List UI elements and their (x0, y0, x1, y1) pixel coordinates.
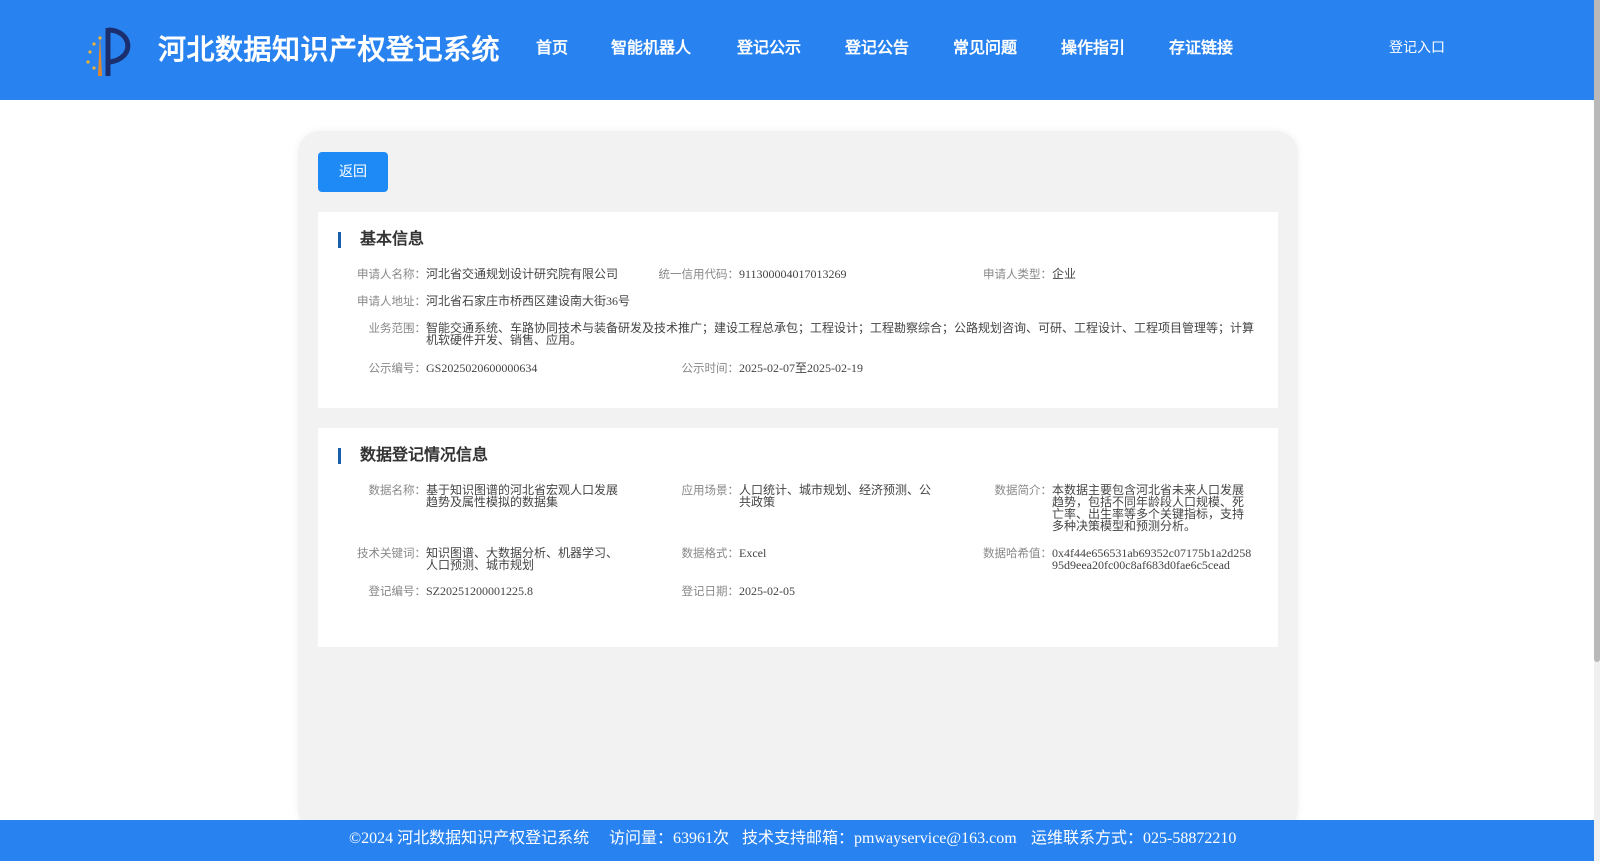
applicant-name-field: 申请人名称： 河北省交通规划设计研究院有限公司 (357, 267, 656, 281)
applicant-type-value: 企业 (1052, 267, 1077, 281)
nav-home[interactable]: 首页 (536, 36, 568, 60)
tech-keywords-value: 知识图谱、大数据分析、机器学习、人口预测、城市规划 (426, 546, 619, 572)
footer-copyright: ©2024 河北数据知识产权登记系统 (349, 830, 590, 847)
business-scope-label: 业务范围： (368, 321, 427, 335)
site-title: 河北数据知识产权登记系统 (158, 33, 501, 66)
notice-number-value: GS2025020600000634 (426, 361, 538, 375)
nav-guide[interactable]: 操作指引 (1061, 36, 1125, 60)
basic-info-panel: 基本信息 申请人名称： 河北省交通规划设计研究院有限公司 统一信用代码： 911… (318, 212, 1278, 408)
registration-date-value: 2025-02-05 (739, 584, 795, 598)
data-intro-value: 本数据主要包含河北省未来人口发展趋势，包括不同年龄段人口规模、死亡率、出生率等多… (1052, 483, 1245, 533)
footer-contact-phone: 运维联系方式：025-58872210 (1031, 830, 1237, 847)
nav-faq[interactable]: 常见问题 (953, 36, 1017, 60)
data-format-label: 数据格式： (681, 546, 740, 560)
data-name-field: 数据名称： 基于知识图谱的河北省宏观人口发展趋势及属性模拟的数据集 (369, 483, 624, 509)
application-scenario-field: 应用场景： 人口统计、城市规划、经济预测、公共政策 (682, 483, 937, 509)
nav-publicity[interactable]: 登记公示 (737, 36, 801, 60)
logo-icon (86, 27, 131, 76)
data-intro-label: 数据简介： (994, 483, 1053, 497)
nav-announcement[interactable]: 登记公告 (845, 36, 909, 60)
detail-container: 返回 基本信息 申请人名称： 河北省交通规划设计研究院有限公司 统一信用代码： … (298, 131, 1298, 831)
data-format-value: Excel (739, 546, 767, 560)
registration-date-field: 登记日期： 2025-02-05 (682, 584, 937, 598)
tech-keywords-label: 技术关键词： (357, 546, 426, 560)
data-hash-label: 数据哈希值： (983, 546, 1052, 560)
login-link[interactable]: 登记入口 (1389, 38, 1445, 58)
applicant-address-label: 申请人地址： (357, 294, 426, 308)
basic-info-title: 基本信息 (338, 230, 424, 248)
application-scenario-label: 应用场景： (681, 483, 740, 497)
business-scope-field: 业务范围： 智能交通系统、车路协同技术与装备研发及技术推广；建设工程总承包；工程… (369, 321, 1256, 347)
registration-number-field: 登记编号： SZ20251200001225.8 (369, 584, 624, 598)
data-registration-title: 数据登记情况信息 (338, 446, 488, 464)
data-name-value: 基于知识图谱的河北省宏观人口发展趋势及属性模拟的数据集 (426, 483, 619, 509)
nav-evidence-link[interactable]: 存证链接 (1169, 36, 1233, 60)
notice-time-label: 公示时间： (681, 361, 740, 375)
data-name-label: 数据名称： (368, 483, 427, 497)
data-intro-field: 数据简介： 本数据主要包含河北省未来人口发展趋势，包括不同年龄段人口规模、死亡率… (995, 483, 1246, 533)
business-scope-value: 智能交通系统、车路协同技术与装备研发及技术推广；建设工程总承包；工程设计；工程勘… (426, 321, 1255, 347)
registration-number-value: SZ20251200001225.8 (426, 584, 534, 598)
registration-date-label: 登记日期： (681, 584, 740, 598)
registration-number-label: 登记编号： (368, 584, 427, 598)
notice-time-value: 2025-02-07至2025-02-19 (739, 361, 863, 375)
data-format-field: 数据格式： Excel (682, 546, 937, 560)
nav-robot[interactable]: 智能机器人 (611, 36, 691, 60)
footer-visit-count: 访问量：63961次 (609, 830, 730, 847)
applicant-name-label: 申请人名称： (357, 267, 426, 281)
page-scrollbar[interactable] (1594, 0, 1600, 861)
back-button[interactable]: 返回 (318, 152, 388, 192)
applicant-type-field: 申请人类型： 企业 (983, 267, 1252, 281)
data-hash-value: 0x4f44e656531ab69352c07175b1a2d25895d9ee… (1052, 546, 1252, 572)
footer-support-email: 技术支持邮箱：pmwayservice@163.com (742, 830, 1017, 847)
credit-code-value: 911300004017013269 (739, 267, 847, 281)
tech-keywords-field: 技术关键词： 知识图谱、大数据分析、机器学习、人口预测、城市规划 (357, 546, 624, 572)
data-hash-field: 数据哈希值： 0x4f44e656531ab69352c07175b1a2d25… (983, 546, 1254, 572)
credit-code-field: 统一信用代码： 911300004017013269 (659, 267, 969, 281)
data-registration-panel: 数据登记情况信息 数据名称： 基于知识图谱的河北省宏观人口发展趋势及属性模拟的数… (318, 428, 1278, 647)
applicant-type-label: 申请人类型： (983, 267, 1052, 281)
credit-code-label: 统一信用代码： (658, 267, 740, 281)
application-scenario-value: 人口统计、城市规划、经济预测、公共政策 (739, 483, 932, 509)
notice-number-label: 公示编号： (368, 361, 427, 375)
top-header: 河北数据知识产权登记系统 首页 智能机器人 登记公示 登记公告 常见问题 操作指… (0, 0, 1594, 100)
scrollbar-thumb[interactable] (1594, 0, 1600, 662)
page-footer: ©2024 河北数据知识产权登记系统 访问量：63961次 技术支持邮箱：pmw… (0, 820, 1594, 861)
applicant-address-field: 申请人地址： 河北省石家庄市桥西区建设南大街36号 (357, 294, 826, 308)
notice-number-field: 公示编号： GS2025020600000634 (369, 361, 656, 375)
applicant-name-value: 河北省交通规划设计研究院有限公司 (426, 267, 619, 281)
applicant-address-value: 河北省石家庄市桥西区建设南大街36号 (426, 294, 631, 308)
notice-time-field: 公示时间： 2025-02-07至2025-02-19 (682, 361, 969, 375)
